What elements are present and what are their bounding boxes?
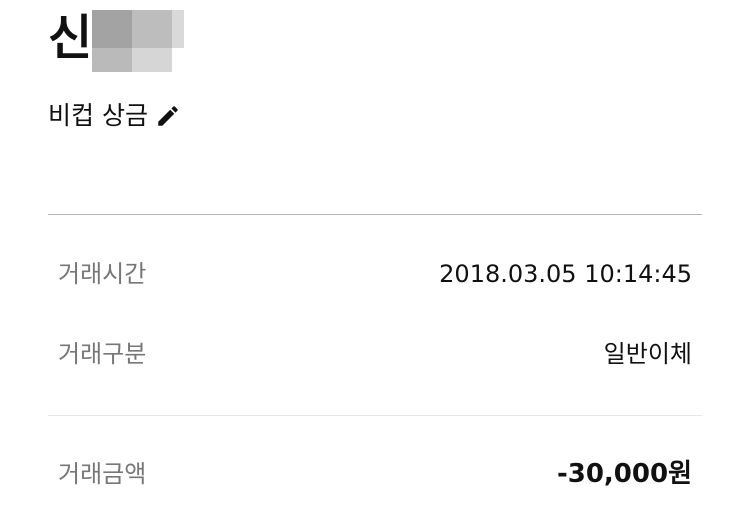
- amount-label: 거래금액: [58, 460, 147, 488]
- detail-label: 거래시간: [58, 260, 147, 288]
- detail-label: 거래구분: [58, 340, 147, 368]
- memo-text: 비컵 상금: [48, 101, 148, 130]
- detail-row-amount: 거래금액 -30,000원: [58, 454, 692, 494]
- pencil-icon: [158, 106, 178, 126]
- recipient-name-visible: 신: [48, 10, 93, 66]
- recipient-name: 신: [48, 8, 185, 72]
- detail-row-type: 거래구분 일반이체: [58, 334, 692, 374]
- detail-row-time: 거래시간 2018.03.05 10:14:45: [58, 254, 692, 294]
- edit-memo-button[interactable]: [154, 102, 182, 130]
- recipient-name-redacted: [92, 10, 185, 72]
- detail-value: 2018.03.05 10:14:45: [439, 260, 692, 288]
- amount-value: -30,000원: [556, 459, 692, 489]
- detail-value: 일반이체: [603, 340, 692, 368]
- memo-row: 비컵 상금: [48, 98, 182, 134]
- amount-divider: [48, 415, 702, 416]
- section-divider: [48, 214, 702, 215]
